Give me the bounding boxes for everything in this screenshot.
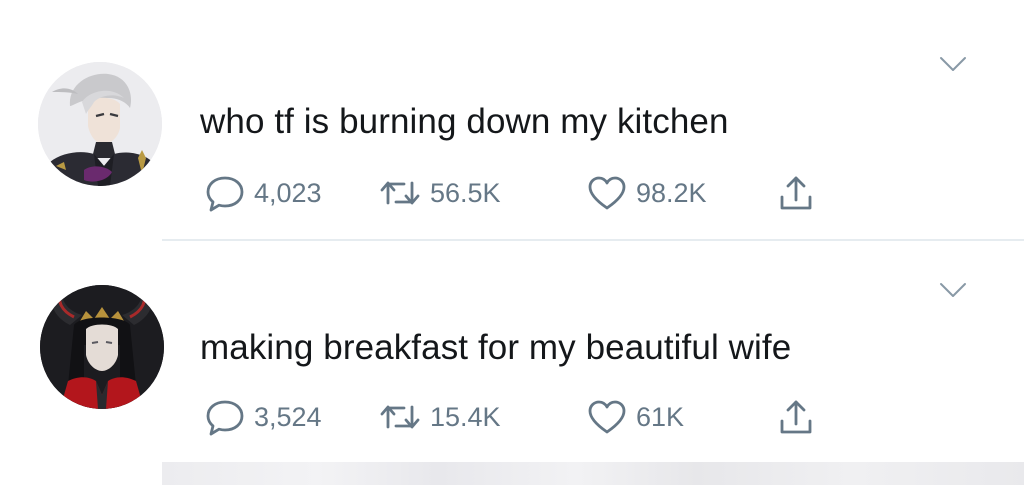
tweet-1[interactable]: who tf is burning down my kitchen 4,023 …	[0, 0, 1024, 240]
share-upload-icon	[780, 176, 812, 210]
avatar-gray-haired-uniform[interactable]	[38, 62, 162, 186]
avatar-illustration-1	[38, 62, 162, 186]
retweet-button[interactable]: 15.4K	[378, 397, 501, 437]
next-tweet-blurred	[162, 462, 1024, 485]
speech-bubble-icon	[206, 400, 244, 436]
chevron-down-icon[interactable]	[938, 280, 968, 300]
heart-icon	[588, 176, 626, 210]
retweet-count: 15.4K	[430, 402, 501, 432]
avatar-horned-crown[interactable]	[40, 285, 164, 409]
speech-bubble-icon	[206, 176, 244, 212]
reply-count: 3,524	[254, 402, 322, 432]
heart-icon	[588, 400, 626, 434]
like-button[interactable]: 98.2K	[586, 173, 707, 213]
retweet-count: 56.5K	[430, 178, 501, 208]
like-count: 98.2K	[636, 178, 707, 208]
tweet-2[interactable]: making breakfast for my beautiful wife 3…	[0, 242, 1024, 462]
share-upload-icon	[780, 400, 812, 434]
reply-button[interactable]: 3,524	[204, 397, 322, 437]
avatar-illustration-2	[40, 285, 164, 409]
share-button[interactable]	[776, 397, 816, 437]
retweet-arrows-icon	[380, 181, 420, 205]
tweet-text: making breakfast for my beautiful wife	[200, 328, 792, 367]
retweet-arrows-icon	[380, 405, 420, 429]
like-count: 61K	[636, 402, 685, 432]
reply-count: 4,023	[254, 178, 322, 208]
tweet-text: who tf is burning down my kitchen	[200, 102, 729, 141]
retweet-button[interactable]: 56.5K	[378, 173, 501, 213]
like-button[interactable]: 61K	[586, 397, 684, 437]
tweet-divider	[162, 239, 1024, 241]
chevron-down-icon[interactable]	[938, 54, 968, 74]
share-button[interactable]	[776, 173, 816, 213]
reply-button[interactable]: 4,023	[204, 173, 322, 213]
